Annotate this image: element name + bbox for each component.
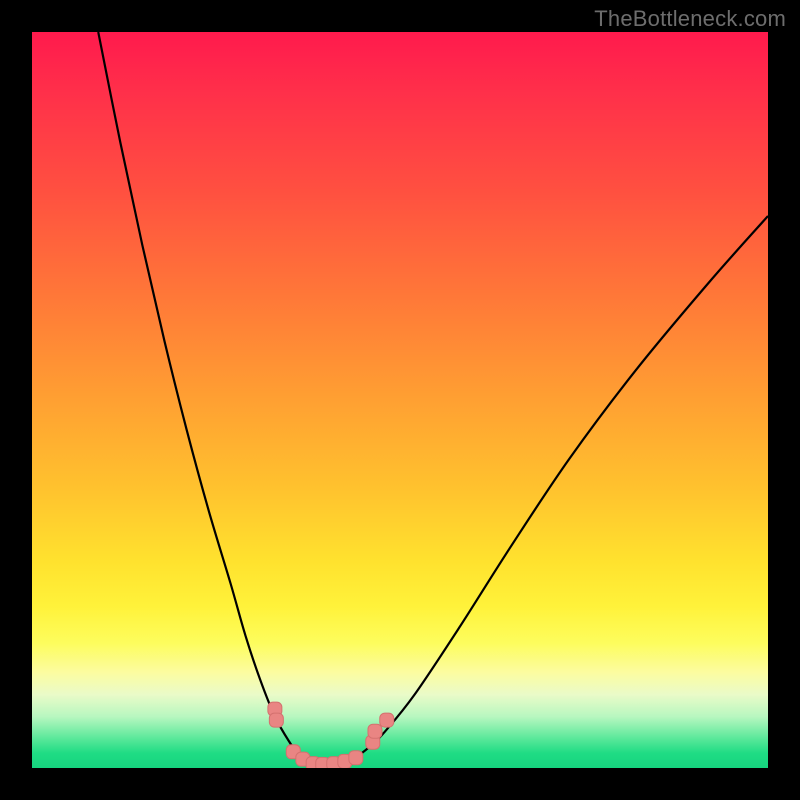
bottleneck-curve <box>98 32 768 765</box>
plot-area <box>32 32 768 768</box>
data-marker <box>269 713 283 727</box>
watermark-text: TheBottleneck.com <box>594 6 786 32</box>
chart-frame: TheBottleneck.com <box>0 0 800 800</box>
data-marker <box>368 724 382 738</box>
data-marker <box>349 751 363 765</box>
data-marker <box>380 713 394 727</box>
data-markers <box>268 702 394 768</box>
curve-layer <box>32 32 768 768</box>
